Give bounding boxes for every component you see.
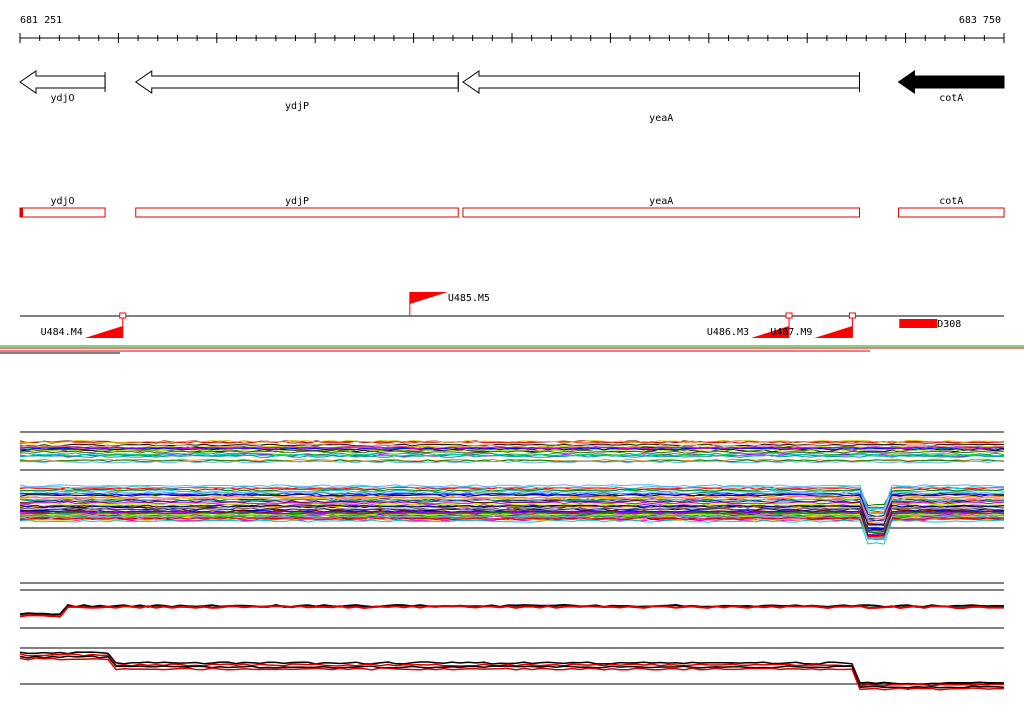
cds-start-mark	[20, 208, 23, 217]
marker-label: U487.M9	[770, 327, 812, 338]
marker-box	[848, 312, 856, 319]
gene-label: cotA	[939, 93, 963, 104]
marker-flag	[409, 292, 448, 304]
expression-trace	[19, 655, 1005, 689]
marker-bar	[899, 319, 938, 328]
gene-label: yeaA	[649, 113, 673, 124]
cds-track: ydjO ydjP yeaA cotA	[19, 196, 1005, 218]
marker-label: U486.M3	[707, 327, 749, 338]
marker-label: D308	[937, 319, 961, 330]
coordinate-ruler: 681 251 683 750	[19, 15, 1005, 43]
gene-arrow	[19, 70, 106, 94]
cds-label: ydjP	[285, 196, 309, 207]
genome-browser-canvas: 681 251 683 750 ydjOydjPyeaAcotA ydjO ydj…	[0, 15, 1024, 691]
gene-label: ydjP	[285, 101, 309, 112]
cds-box	[462, 207, 860, 218]
ruler-end-label: 683 750	[959, 15, 1001, 26]
expression-trace	[19, 604, 1005, 618]
expression-profiles	[19, 431, 1005, 691]
ruler-start-label: 681 251	[20, 15, 62, 26]
cds-label: cotA	[939, 196, 963, 207]
gene-track: ydjO ydjP yeaA cotA	[19, 70, 1005, 124]
marker-label: U484.M4	[41, 327, 83, 338]
gene-arrow	[134, 70, 459, 94]
gene-arrow	[897, 70, 1005, 94]
marker-label: U485.M5	[448, 293, 490, 304]
gene-arrow	[462, 70, 860, 94]
expression-trace	[19, 519, 1005, 545]
marker-track: U484.M4 U485.M5 U486.M3 U487.M9 D308	[0, 292, 1024, 354]
cds-box	[19, 207, 106, 218]
marker-box	[119, 312, 127, 319]
gene-label: ydjO	[50, 93, 74, 104]
cds-box	[897, 207, 1005, 218]
cds-label: yeaA	[649, 196, 673, 207]
genome-browser-view: 681 251 683 750 ydjO ydjP yeaA cotA ydjO ydj…	[0, 0, 1024, 714]
cds-label: ydjO	[50, 196, 74, 207]
marker-box	[785, 312, 793, 319]
cds-box	[135, 207, 459, 218]
marker-flag	[814, 326, 853, 338]
marker-flag	[84, 326, 123, 338]
